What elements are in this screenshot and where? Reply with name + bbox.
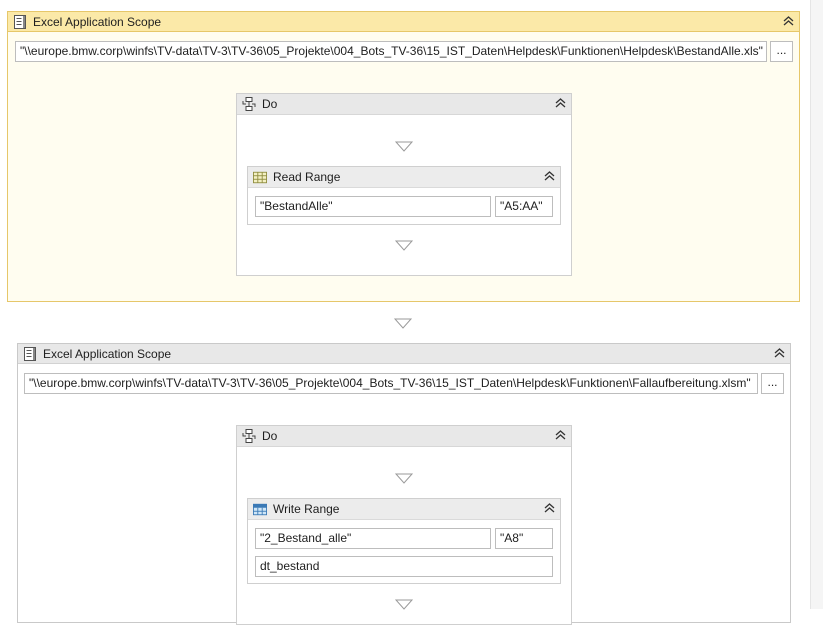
drop-target-triangle-icon[interactable] (395, 140, 413, 152)
read-range-header[interactable]: Read Range (248, 167, 560, 188)
write-range-sheet-input[interactable]: "2_Bestand_alle" (255, 528, 491, 549)
vertical-scrollbar[interactable] (810, 0, 823, 609)
write-range-title: Write Range (273, 502, 340, 516)
drop-target-triangle-icon[interactable] (395, 239, 413, 251)
drop-target-triangle-icon[interactable] (394, 317, 412, 329)
read-range-range-input[interactable]: "A5:AA" (495, 196, 553, 217)
do-title-1: Do (262, 97, 278, 111)
write-range-start-cell-input[interactable]: "A8" (495, 528, 553, 549)
browse-button-2[interactable]: ... (761, 373, 784, 394)
scope-1-title: Excel Application Scope (33, 14, 162, 29)
browse-button-1[interactable]: ... (770, 41, 793, 62)
scope-1-header[interactable]: Excel Application Scope (8, 12, 799, 32)
do-title-2: Do (262, 429, 278, 443)
double-chevron-up-icon[interactable] (781, 14, 795, 28)
drop-target-triangle-icon[interactable] (395, 598, 413, 610)
write-range-header[interactable]: Write Range (248, 499, 560, 520)
excel-book-icon (23, 346, 37, 361)
read-range-icon (253, 170, 267, 184)
double-chevron-up-icon[interactable] (553, 96, 567, 110)
read-range-sheet-input[interactable]: "BestandAlle" (255, 196, 491, 217)
double-chevron-up-icon[interactable] (542, 501, 556, 515)
double-chevron-up-icon[interactable] (542, 169, 556, 183)
drop-target-triangle-icon[interactable] (395, 472, 413, 484)
do-sequence-1-header[interactable]: Do (237, 94, 571, 115)
scope-2-title: Excel Application Scope (43, 346, 172, 361)
sequence-icon (242, 429, 256, 443)
excel-book-icon (13, 14, 27, 29)
do-sequence-2-header[interactable]: Do (237, 426, 571, 447)
sequence-icon (242, 97, 256, 111)
write-range-icon (253, 502, 267, 516)
read-range-title: Read Range (273, 170, 341, 184)
write-range-datatable-input[interactable]: dt_bestand (255, 556, 553, 577)
double-chevron-up-icon[interactable] (772, 346, 786, 360)
scope-2-header[interactable]: Excel Application Scope (18, 344, 790, 364)
double-chevron-up-icon[interactable] (553, 428, 567, 442)
workbook-path-input-1[interactable]: "\\europe.bmw.corp\winfs\TV-data\TV-3\TV… (15, 41, 767, 62)
workbook-path-input-2[interactable]: "\\europe.bmw.corp\winfs\TV-data\TV-3\TV… (24, 373, 758, 394)
